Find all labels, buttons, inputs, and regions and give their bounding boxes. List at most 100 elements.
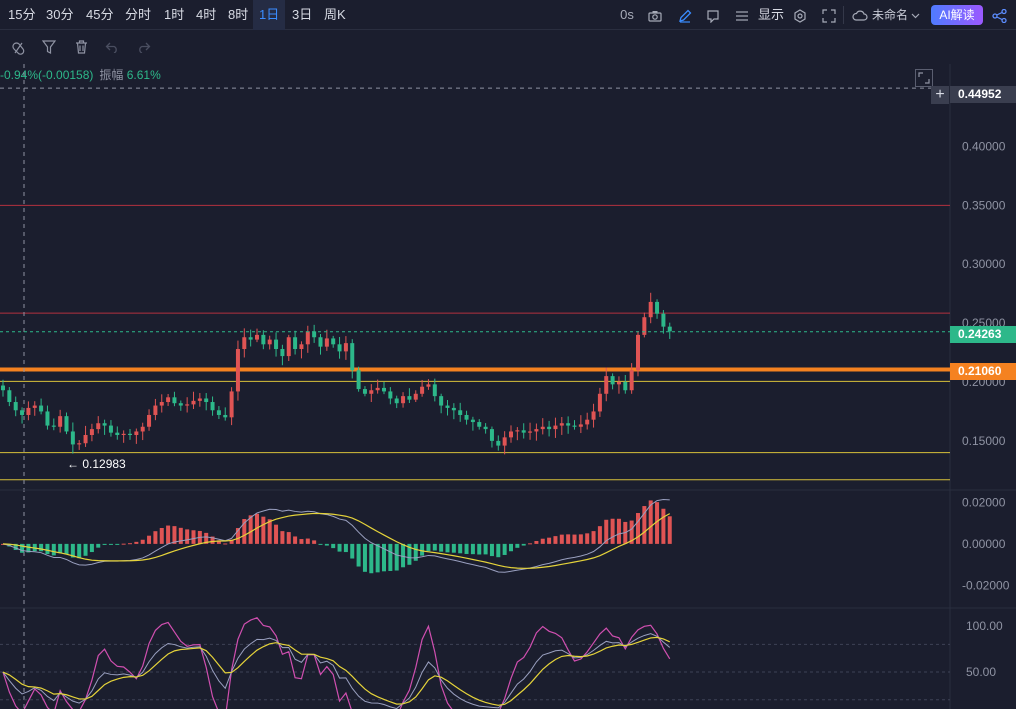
candle-body	[553, 425, 558, 430]
macd-histogram-bar	[445, 543, 450, 553]
candle-body	[280, 349, 285, 357]
timeframe-tab[interactable]: 45分	[80, 0, 119, 30]
macd-histogram-bar	[39, 543, 44, 552]
macd-histogram-bar	[248, 515, 253, 544]
candle-body	[70, 431, 75, 445]
candle-body	[655, 301, 660, 314]
candle-body	[591, 411, 596, 420]
filter-icon[interactable]	[38, 30, 60, 64]
candle-body	[350, 343, 355, 371]
frame-icon[interactable]	[704, 0, 722, 30]
macd-histogram-bar	[477, 543, 482, 555]
macd-histogram-bar	[64, 543, 69, 555]
macd-histogram-bar	[566, 534, 571, 544]
macd-histogram-bar	[578, 534, 583, 544]
macd-histogram-bar	[470, 543, 475, 555]
macd-histogram-bar	[280, 531, 285, 544]
macd-histogram-bar	[153, 531, 158, 544]
timeframe-tab[interactable]: 15分	[2, 0, 41, 30]
macd-histogram-bar	[274, 524, 279, 544]
candle-body	[134, 431, 139, 435]
candle-body	[115, 432, 120, 435]
ai-analysis-button[interactable]: AI解读	[931, 5, 983, 25]
magnet-icon[interactable]	[7, 30, 29, 64]
macd-histogram-bar	[547, 537, 552, 544]
camera-icon[interactable]	[646, 0, 664, 30]
line-price-tag: 0.21060	[950, 363, 1016, 380]
settings-icon[interactable]	[792, 0, 808, 30]
candle-body	[343, 343, 348, 352]
candle-body	[7, 390, 12, 403]
timeframe-tab[interactable]: 30分	[40, 0, 79, 30]
candle-body	[172, 397, 177, 404]
candle-body	[293, 337, 298, 350]
trash-icon[interactable]	[70, 30, 92, 64]
timeframe-tab[interactable]: 8时	[222, 0, 254, 30]
timeframe-tab[interactable]: 分时	[119, 0, 157, 30]
candle-body	[89, 429, 94, 435]
timeframe-tab[interactable]: 周K	[318, 0, 352, 30]
candle-body	[261, 334, 266, 345]
macd-histogram-bar	[77, 543, 82, 559]
candle-body	[578, 424, 583, 427]
macd-histogram-bar	[439, 543, 444, 552]
candle-body	[458, 410, 463, 415]
candle-body	[242, 337, 247, 350]
candle-body	[515, 430, 520, 432]
macd-histogram-bar	[51, 543, 56, 556]
candle-body	[216, 410, 221, 415]
candle-body	[64, 416, 69, 432]
candle-body	[604, 376, 609, 394]
share-icon[interactable]	[990, 0, 1008, 30]
macd-histogram-bar	[559, 534, 564, 544]
price-tick-label: 0.30000	[962, 257, 1006, 271]
candle-body	[324, 338, 329, 347]
menu-icon[interactable]	[733, 0, 751, 30]
undo-icon[interactable]	[101, 30, 123, 64]
chart-canvas[interactable]: 0.400000.350000.300000.250000.200000.150…	[0, 64, 1016, 709]
macd-histogram-bar	[102, 543, 107, 545]
macd-histogram-bar	[343, 543, 348, 553]
macd-histogram-bar	[166, 525, 171, 544]
countdown: 0s	[620, 7, 634, 22]
candle-body	[597, 393, 602, 412]
macd-histogram-bar	[96, 543, 101, 548]
timeframe-tab[interactable]: 1时	[158, 0, 190, 30]
candle-body	[39, 405, 44, 412]
macd-histogram-bar	[616, 518, 621, 544]
macd-histogram-bar	[610, 518, 615, 544]
macd-histogram-bar	[528, 543, 533, 545]
display-button[interactable]: 显示	[756, 0, 786, 30]
macd-histogram-bar	[502, 543, 507, 555]
timeframe-tab[interactable]: 3日	[286, 0, 318, 30]
candle-body	[648, 301, 653, 318]
candle-body	[528, 431, 533, 433]
candle-body	[413, 393, 418, 400]
macd-histogram-bar	[191, 530, 196, 544]
candle-body	[318, 337, 323, 347]
timeframe-tab[interactable]: 4时	[190, 0, 222, 30]
timeframe-tab[interactable]: 1日	[253, 0, 286, 30]
price-tick-label: 0.40000	[962, 139, 1006, 153]
macd-histogram-bar	[293, 536, 298, 544]
candle-body	[13, 402, 18, 411]
fullscreen-icon[interactable]	[820, 0, 838, 30]
candle-body	[305, 331, 310, 345]
candle-body	[331, 338, 336, 345]
candle-body	[102, 423, 107, 426]
macd-histogram-bar	[134, 541, 139, 544]
macd-histogram-bar	[108, 543, 113, 545]
candle-body	[616, 382, 621, 385]
pencil-icon[interactable]	[676, 0, 694, 30]
candle-body	[159, 402, 164, 406]
candle-body	[197, 398, 202, 401]
macd-histogram-bar	[331, 543, 336, 549]
chevron-down-icon[interactable]	[909, 0, 921, 30]
macd-histogram-bar	[483, 543, 488, 555]
macd-histogram-bar	[362, 543, 367, 572]
redo-icon[interactable]	[133, 30, 155, 64]
candle-body	[559, 423, 564, 426]
crosshair-plus-icon[interactable]: +	[931, 86, 949, 104]
workspace-name[interactable]: 未命名	[871, 0, 909, 30]
macd-histogram-bar	[312, 540, 317, 544]
